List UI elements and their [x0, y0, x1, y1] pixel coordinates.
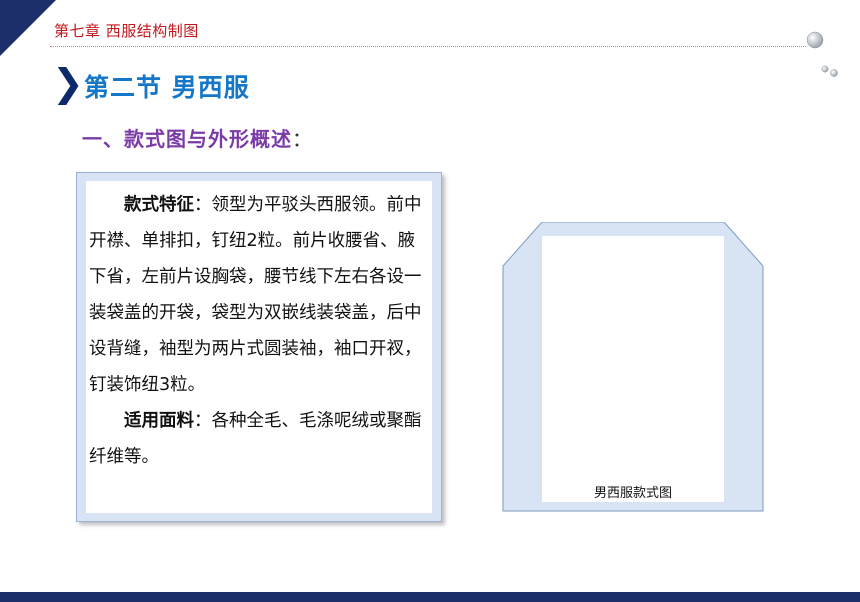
description-content: 款式特征：领型为平驳头西服领。前中开襟、单排扣，钉纽2粒。前片收腰省、腋下省，左… — [86, 181, 432, 513]
section-title: 第二节 男西服 — [84, 73, 250, 102]
chevron-icon: ❯ — [52, 61, 84, 105]
fabric-paragraph: 适用面料：各种全毛、毛涤呢绒或聚酯纤维等。 — [89, 403, 428, 475]
decorative-balls-icon — [806, 31, 838, 77]
subsection-title-text: 一、款式图与外形概述 — [82, 127, 292, 151]
figure-caption: 男西服款式图 — [593, 486, 672, 501]
style-features-text: 领型为平驳头西服领。前中开襟、单排扣，钉纽2粒。前片收腰省、腋下省，左前片设胸袋… — [89, 195, 422, 395]
style-features-paragraph: 款式特征：领型为平驳头西服领。前中开襟、单排扣，钉纽2粒。前片收腰省、腋下省，左… — [89, 187, 428, 403]
corner-triangle — [0, 0, 56, 56]
header-divider — [50, 46, 806, 47]
style-figure-panel: 男西服款式图 — [502, 222, 764, 512]
style-features-label: 款式特征 — [124, 195, 194, 215]
chapter-title: 第七章 西服结构制图 — [54, 22, 199, 40]
subsection-title: 一、款式图与外形概述： — [82, 123, 313, 152]
fabric-colon: ： — [194, 411, 212, 431]
style-features-colon: ： — [194, 195, 212, 215]
subsection-title-colon: ： — [292, 127, 313, 151]
figure-image-area — [542, 236, 724, 502]
fabric-label: 适用面料 — [124, 411, 194, 431]
footer-bar — [0, 592, 860, 602]
description-panel: 款式特征：领型为平驳头西服领。前中开襟、单排扣，钉纽2粒。前片收腰省、腋下省，左… — [76, 172, 442, 522]
